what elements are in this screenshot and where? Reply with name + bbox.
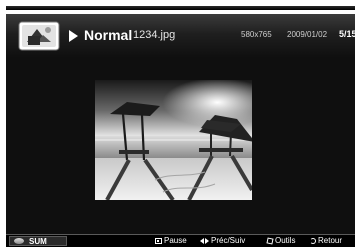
tools-label: Outils [275,236,296,245]
play-icon [69,30,78,42]
return-label: Retour [318,236,343,245]
sum-label: SUM [29,236,47,246]
sum-icon [14,238,24,244]
photo-viewer [6,58,355,234]
header-bar: Normal 1234.jpg 580x765 2009/01/02 5/15 [6,14,355,58]
photo-folder-icon [18,21,60,51]
prev-next-icon [200,237,209,245]
top-bar [6,6,355,10]
image-date: 2009/01/02 [287,30,328,39]
tv-screen: Normal 1234.jpg 580x765 2009/01/02 5/15 [0,0,355,247]
footer-bar: SUM Pause Préc/Suiv Outils Retour [6,234,355,247]
tools-action[interactable]: Outils [266,235,296,247]
prev-next-action[interactable]: Préc/Suiv [200,235,245,247]
pause-label: Pause [164,236,187,245]
return-action[interactable]: Retour [310,235,342,247]
file-name: 1234.jpg [133,29,176,41]
sum-button[interactable]: SUM [9,236,67,246]
tools-icon [266,237,274,245]
prev-next-label: Préc/Suiv [211,236,246,245]
mode-label: Normal [84,27,133,43]
page-counter: 5/15 [339,29,355,39]
pause-icon [155,238,162,244]
image-resolution: 580x765 [241,30,272,39]
pause-action[interactable]: Pause [155,235,187,247]
return-icon [310,238,316,244]
beach-photo [95,80,252,200]
